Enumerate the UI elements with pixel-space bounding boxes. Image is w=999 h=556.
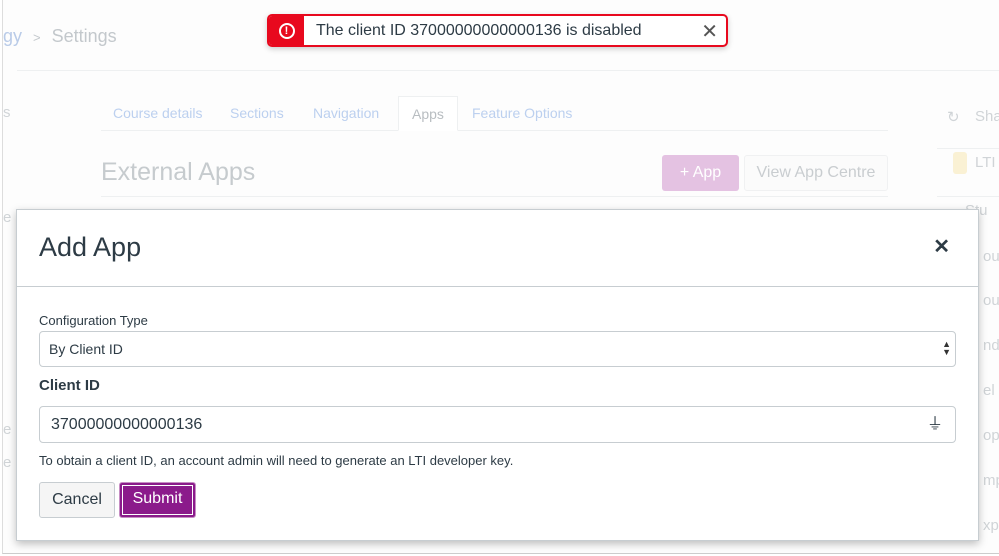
sidebar-item[interactable]: nd [983, 337, 999, 354]
tab-feature-options[interactable]: Feature Options [472, 96, 572, 131]
settings-tabs: Course details Sections Navigation Apps … [101, 96, 888, 131]
sidebar-item[interactable]: mp [983, 472, 999, 489]
breadcrumb-separator: > [33, 30, 41, 45]
config-type-select[interactable]: By Client ID ▲ ▼ [39, 331, 956, 367]
breadcrumb: gy > Settings [3, 26, 117, 47]
lti-icon [953, 152, 967, 174]
sidebar-item[interactable]: Sha [975, 108, 999, 125]
breadcrumb-link[interactable]: gy [3, 26, 22, 46]
dialog-header: Add App ✕ [17, 210, 978, 287]
sidebar-item[interactable]: op [983, 427, 999, 444]
close-icon[interactable]: ✕ [701, 19, 718, 44]
section-divider [101, 196, 888, 197]
tab-sections[interactable]: Sections [230, 96, 284, 131]
cancel-button[interactable]: Cancel [39, 482, 115, 518]
sidebar-item[interactable]: xp [983, 517, 999, 534]
left-nav-fragment[interactable]: e [3, 454, 11, 471]
sidebar-item[interactable]: ou [983, 292, 999, 309]
share-icon: ↻ [947, 109, 960, 126]
client-id-input[interactable]: 37000000000000136 ⏚ [39, 406, 956, 443]
sidebar-item[interactable]: LTI [975, 154, 996, 171]
tab-apps[interactable]: Apps [398, 96, 458, 131]
help-text: To obtain a client ID, an account admin … [39, 453, 514, 468]
add-app-dialog: Add App ✕ Configuration Type By Client I… [16, 209, 979, 541]
header-divider [17, 70, 999, 71]
breadcrumb-current: Settings [51, 26, 117, 46]
sidebar-item[interactable]: ou [983, 248, 999, 265]
external-apps-title: External Apps [101, 158, 256, 186]
left-nav-fragment[interactable]: e [3, 209, 11, 226]
left-nav-fragment[interactable]: e [3, 421, 11, 438]
submit-button[interactable]: Submit [119, 482, 196, 518]
plug-icon: ⏚ [926, 416, 943, 433]
tab-course-details[interactable]: Course details [113, 96, 203, 131]
sidebar-item[interactable]: el [983, 382, 995, 399]
toast-message: The client ID 37000000000000136 is disab… [316, 22, 642, 39]
left-nav-fragment[interactable]: s [3, 104, 11, 121]
client-id-label: Client ID [39, 377, 100, 394]
add-app-button[interactable]: + App [662, 155, 739, 191]
tab-navigation[interactable]: Navigation [313, 96, 379, 131]
view-app-centre-button[interactable]: View App Centre [744, 155, 888, 191]
config-type-value: By Client ID [49, 341, 123, 357]
select-arrows-icon: ▲ ▼ [942, 339, 951, 357]
dialog-title: Add App [39, 232, 142, 262]
client-id-value: 37000000000000136 [51, 416, 203, 433]
config-type-label: Configuration Type [39, 313, 148, 328]
alert-circle-icon: ! [269, 16, 304, 45]
error-toast: ! The client ID 37000000000000136 is dis… [267, 14, 728, 47]
close-icon[interactable]: ✕ [933, 234, 950, 259]
